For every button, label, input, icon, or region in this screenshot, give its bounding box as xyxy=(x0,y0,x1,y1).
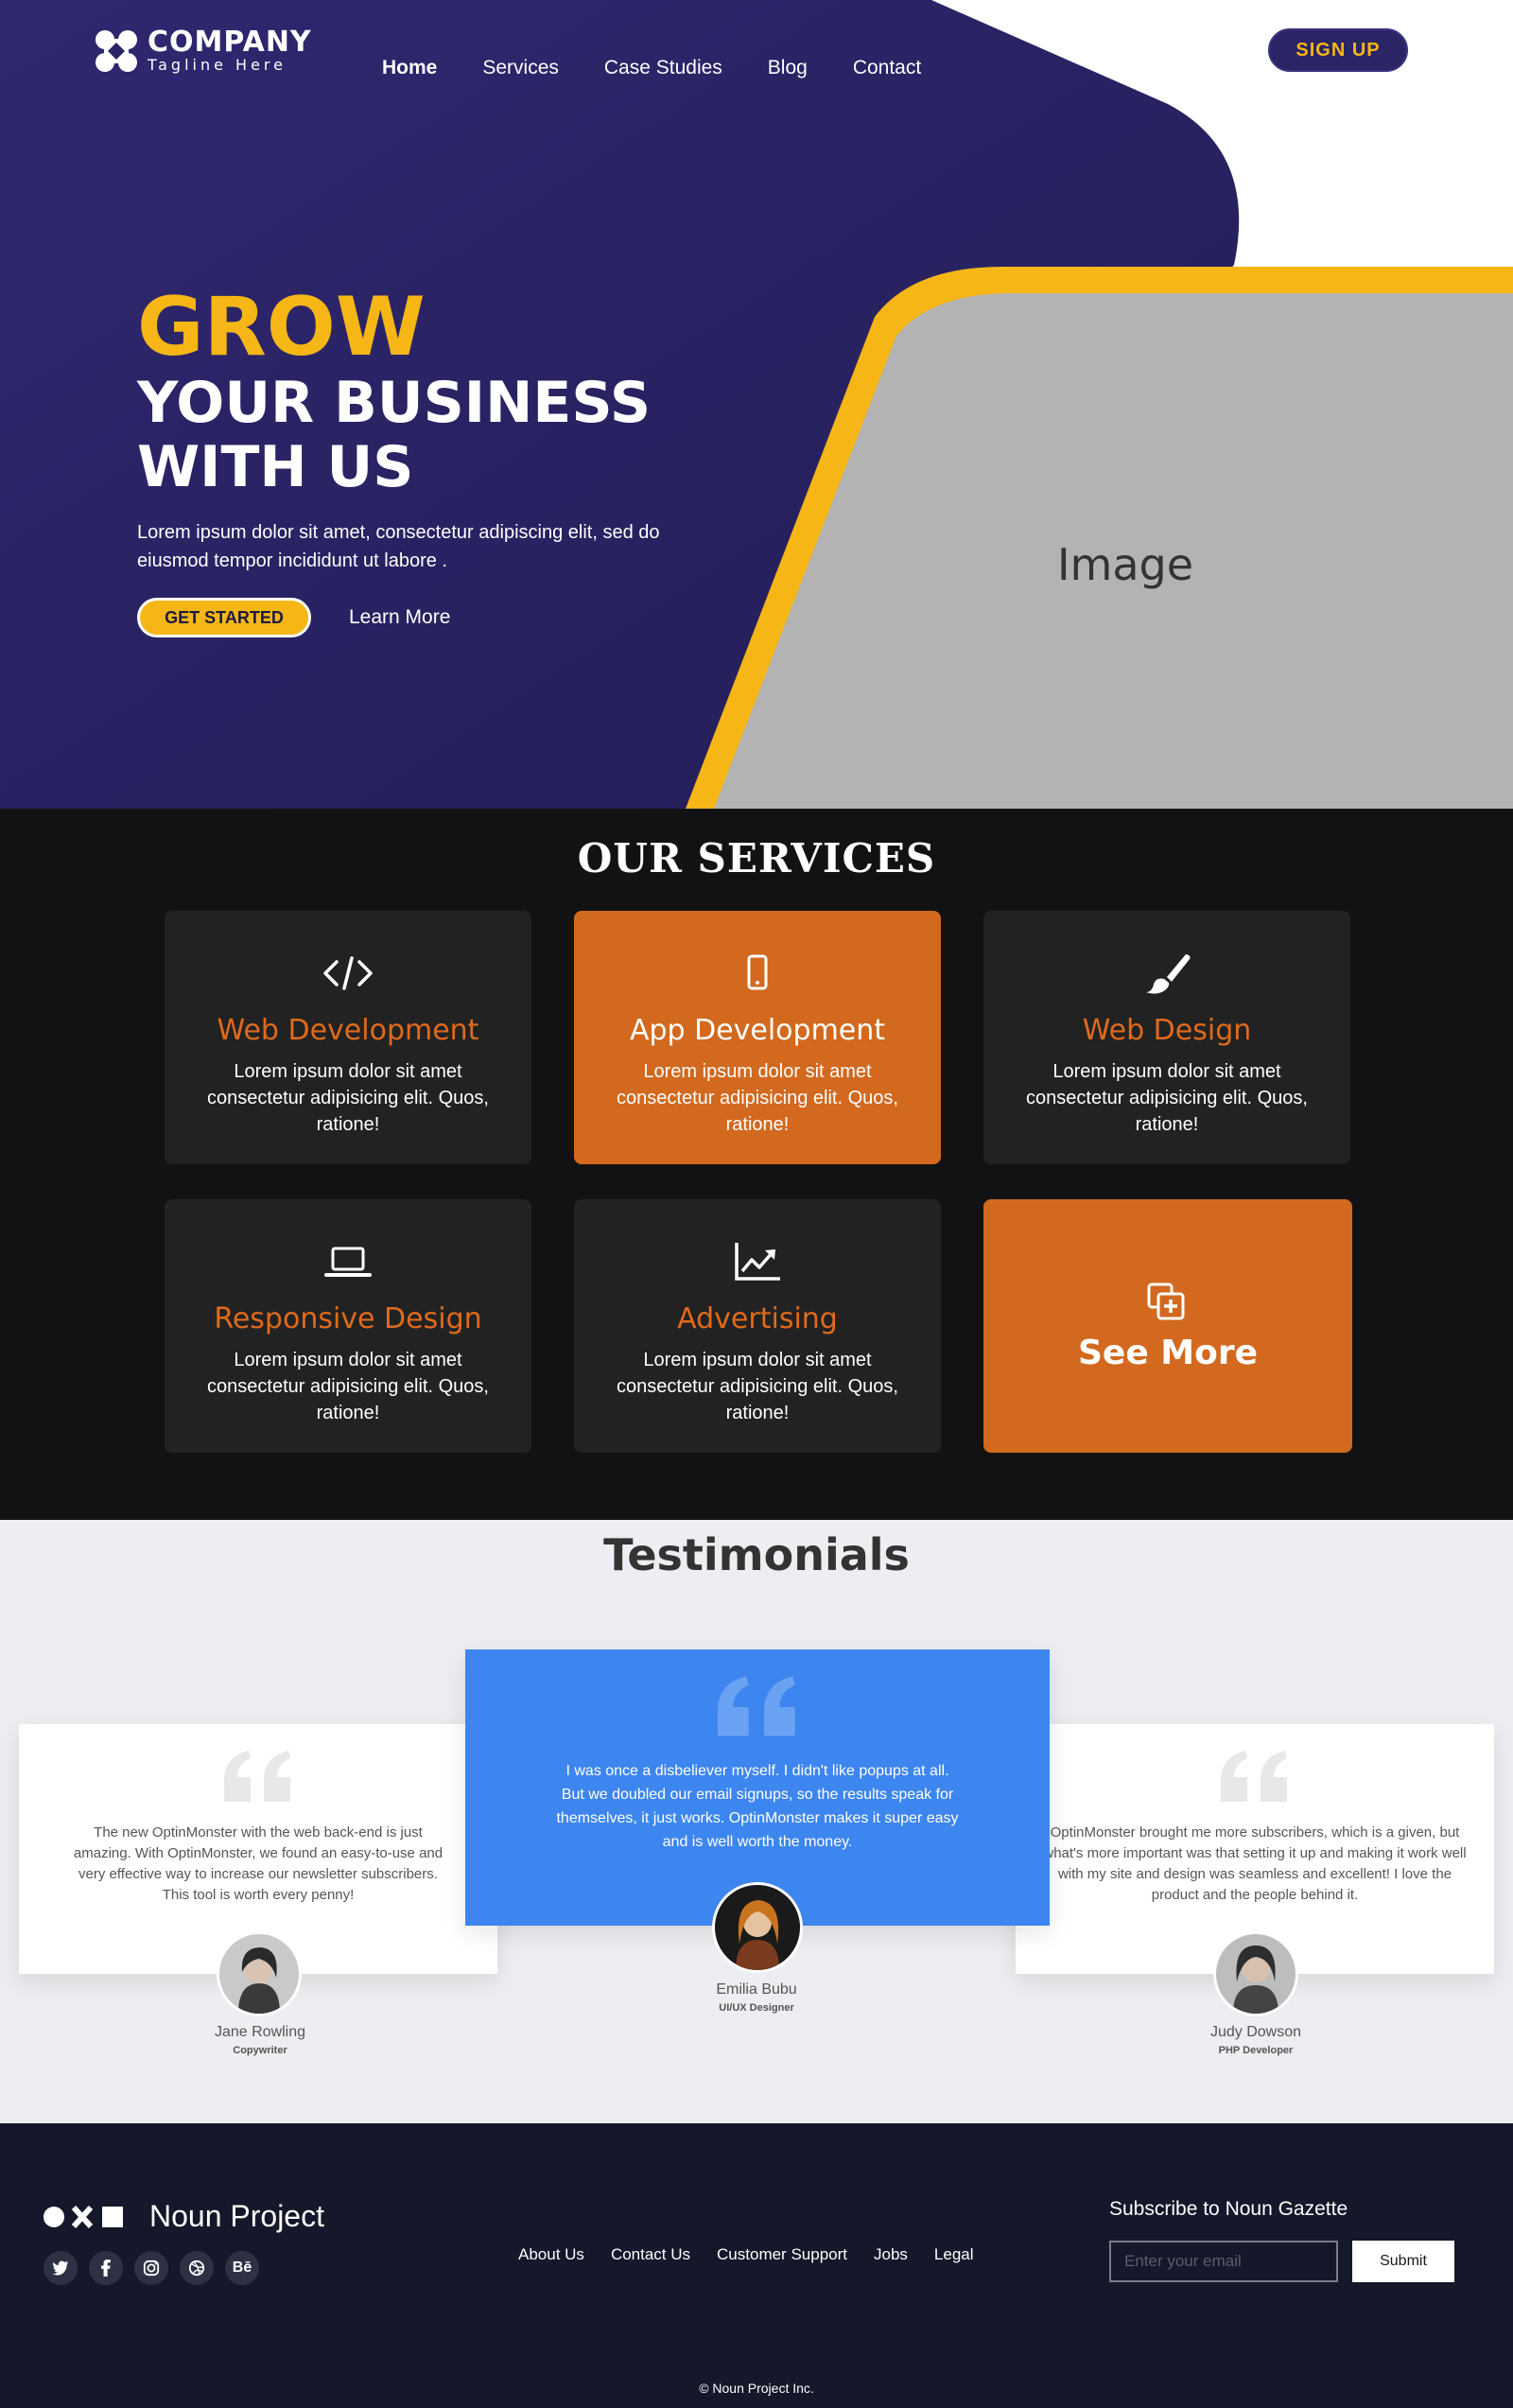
nav-home[interactable]: Home xyxy=(382,57,437,79)
service-card-title: Responsive Design xyxy=(214,1302,482,1335)
behance-icon[interactable]: Bē xyxy=(225,2251,259,2285)
testimonial-author-name: Emilia Bubu xyxy=(716,1981,797,1998)
testimonial-author-role: UI/UX Designer xyxy=(719,2002,794,2014)
subscribe-title: Subscribe to Noun Gazette xyxy=(1109,2198,1348,2220)
twitter-icon[interactable] xyxy=(43,2251,78,2285)
services-title: OUR SERVICES xyxy=(577,835,936,881)
testimonials-title: Testimonials xyxy=(603,1529,910,1580)
get-started-button[interactable]: GET STARTED xyxy=(137,598,311,637)
service-card-advertising[interactable]: Advertising Lorem ipsum dolor sit amet c… xyxy=(574,1199,941,1453)
service-card-title: Web Design xyxy=(1082,1014,1252,1047)
nav-services[interactable]: Services xyxy=(482,57,559,79)
service-card-title: Advertising xyxy=(677,1302,838,1335)
facebook-icon[interactable] xyxy=(89,2251,123,2285)
testimonial-author-role: Copywriter xyxy=(233,2045,287,2056)
service-card-description: Lorem ipsum dolor sit amet consectetur a… xyxy=(207,1061,489,1135)
footer-links: About Us Contact Us Customer Support Job… xyxy=(518,2245,974,2264)
nav-case-studies[interactable]: Case Studies xyxy=(604,57,722,79)
services-section: OUR SERVICES Web Development Lorem ipsum… xyxy=(0,809,1513,1520)
service-card-app-development[interactable]: App Development Lorem ipsum dolor sit am… xyxy=(574,911,941,1164)
site-footer: Noun Project Bē About Us Contact Us Cust… xyxy=(0,2123,1513,2408)
avatar xyxy=(1213,1931,1298,2016)
company-logo[interactable]: COMPANY Tagline Here xyxy=(95,28,312,74)
laptop-icon xyxy=(324,1247,372,1277)
hero-actions: GET STARTED Learn More xyxy=(137,598,450,637)
testimonial-text: The new OptinMonster with the web back-e… xyxy=(73,1824,443,1903)
footer-brand-name: Noun Project xyxy=(149,2199,324,2233)
testimonial-text: I was once a disbeliever myself. I didn'… xyxy=(556,1763,959,1850)
logo-icon xyxy=(96,30,137,72)
nav-contact[interactable]: Contact xyxy=(853,57,921,79)
chart-line-icon xyxy=(735,1243,780,1281)
service-card-web-development[interactable]: Web Development Lorem ipsum dolor sit am… xyxy=(165,911,531,1164)
hero-copy: GROW YOUR BUSINESS WITH US Lorem ipsum d… xyxy=(137,284,704,575)
noun-project-logo-icon xyxy=(43,2205,123,2228)
subscribe-submit-button[interactable]: Submit xyxy=(1352,2241,1454,2282)
testimonial-author-name: Judy Dowson xyxy=(1209,2024,1302,2040)
avatar xyxy=(217,1931,302,2016)
testimonials-section: Testimonials The new OptinMonster with t… xyxy=(0,1520,1513,2123)
quote-icon xyxy=(1221,1751,1287,1802)
service-card-title: App Development xyxy=(629,1014,886,1047)
see-more-label: See More xyxy=(1077,1333,1259,1372)
copy-plus-icon xyxy=(1147,1283,1185,1319)
instagram-icon[interactable] xyxy=(134,2251,168,2285)
social-links: Bē xyxy=(43,2251,259,2285)
footer-link-contact-us[interactable]: Contact Us xyxy=(611,2245,690,2264)
nav-blog[interactable]: Blog xyxy=(768,57,808,79)
service-card-title: Web Development xyxy=(217,1014,479,1047)
hero-headline-line2: WITH US xyxy=(137,434,414,500)
service-card-web-design[interactable]: Web Design Lorem ipsum dolor sit amet co… xyxy=(983,911,1350,1164)
hero-description: Lorem ipsum dolor sit amet, consectetur … xyxy=(137,522,660,571)
hero-section: COMPANY Tagline Here Home Services Case … xyxy=(0,0,1513,809)
quote-icon xyxy=(718,1676,795,1736)
service-card-description: Lorem ipsum dolor sit amet consectetur a… xyxy=(207,1350,489,1423)
newsletter-email-input[interactable] xyxy=(1109,2241,1338,2282)
quote-icon xyxy=(224,1751,290,1802)
code-icon xyxy=(323,956,373,990)
testimonial-author-role: PHP Developer xyxy=(1218,2045,1294,2056)
signup-button[interactable]: SIGN UP xyxy=(1268,28,1408,72)
hero-headline-accent: GROW xyxy=(137,280,426,375)
testimonial-text: OptinMonster brought me more subscribers… xyxy=(1043,1824,1467,1903)
service-card-description: Lorem ipsum dolor sit amet consectetur a… xyxy=(617,1061,898,1135)
testimonial-author-name: Jane Rowling xyxy=(214,2024,306,2040)
footer-link-jobs[interactable]: Jobs xyxy=(874,2245,908,2264)
mobile-icon xyxy=(747,954,768,990)
service-card-description: Lorem ipsum dolor sit amet consectetur a… xyxy=(1026,1061,1308,1135)
see-more-card[interactable]: See More xyxy=(983,1199,1352,1453)
judy-dowson-avatar-image xyxy=(1216,1934,1296,2014)
paintbrush-icon xyxy=(1146,954,1191,994)
logo-name: COMPANY xyxy=(148,26,312,59)
footer-link-legal[interactable]: Legal xyxy=(934,2245,974,2264)
footer-link-about-us[interactable]: About Us xyxy=(518,2245,584,2264)
logo-tagline: Tagline Here xyxy=(148,56,287,74)
service-card-responsive-design[interactable]: Responsive Design Lorem ipsum dolor sit … xyxy=(165,1199,531,1453)
footer-brand[interactable]: Noun Project xyxy=(43,2199,324,2234)
hero-image-placeholder: Image xyxy=(1056,539,1194,590)
service-card-description: Lorem ipsum dolor sit amet consectetur a… xyxy=(617,1350,898,1423)
dribbble-icon[interactable] xyxy=(180,2251,214,2285)
emilia-bubu-avatar-image xyxy=(715,1885,800,1970)
jane-rowling-avatar-image xyxy=(219,1934,299,2014)
footer-link-customer-support[interactable]: Customer Support xyxy=(717,2245,847,2264)
avatar xyxy=(712,1882,803,1973)
copyright-text: © Noun Project Inc. xyxy=(699,2381,814,2396)
learn-more-link[interactable]: Learn More xyxy=(349,606,450,629)
main-nav: Home Services Case Studies Blog Contact xyxy=(382,57,921,79)
hero-headline-line1: YOUR BUSINESS xyxy=(137,370,652,436)
